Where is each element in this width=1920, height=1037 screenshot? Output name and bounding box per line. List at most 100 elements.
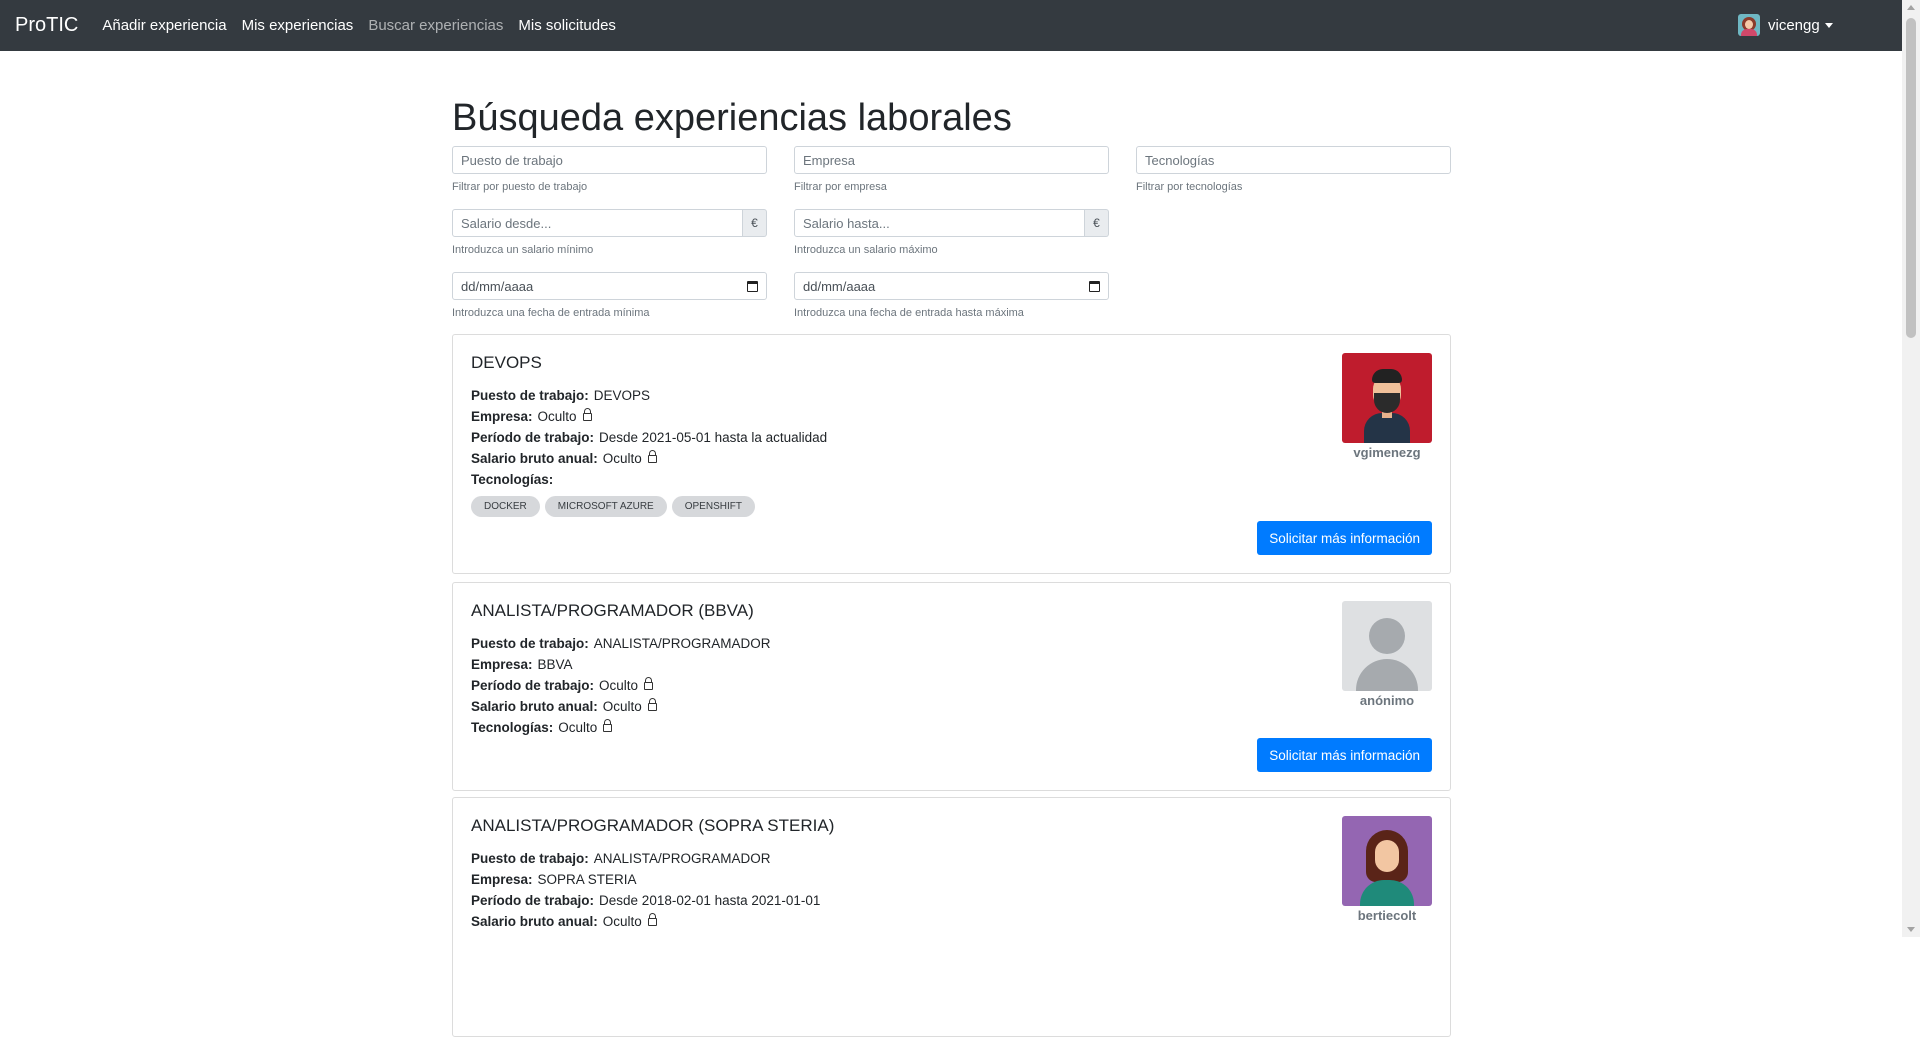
card-title: ANALISTA/PROGRAMADOR (BBVA) [471,601,754,620]
technologies-input[interactable]: Tecnologías [1136,146,1451,174]
salary-row: Salario bruto anual: Oculto [471,912,657,929]
period-label: Período de trabajo: [471,678,595,693]
date-from-help: Introduzca una fecha de entrada mínima [452,307,650,319]
filter-date-from: dd/mm/aaaa Introduzca una fecha de entra… [452,272,767,319]
lock-icon [647,449,657,463]
job-title-row: Puesto de trabajo: ANALISTA/PROGRAMADOR [471,636,771,651]
job-title-value: ANALISTA/PROGRAMADOR [593,851,771,866]
salary-label: Salario bruto anual: [471,451,598,466]
user-menu-dropdown[interactable]: vicengg [1738,14,1833,36]
technology-badge: MICROSOFT AZURE [544,496,667,517]
scrollbar-thumb[interactable] [1906,18,1916,338]
salary-row: Salario bruto anual: Oculto [471,697,657,714]
period-label: Período de trabajo: [471,893,595,908]
date-from-input[interactable]: dd/mm/aaaa [452,272,767,300]
card-title: ANALISTA/PROGRAMADOR (SOPRA STERIA) [471,816,835,835]
technology-badge: OPENSHIFT [671,496,755,517]
date-to-help: Introduzca una fecha de entrada hasta má… [794,307,1024,319]
period-label: Período de trabajo: [471,430,595,445]
period-value: Oculto [599,678,639,693]
experience-card: ANALISTA/PROGRAMADOR (SOPRA STERIA) Pues… [452,797,1451,1037]
nav-search-experiences[interactable]: Buscar experiencias [368,17,503,34]
company-row: Empresa: SOPRA STERIA [471,872,637,887]
experience-card: DEVOPS Puesto de trabajo: DEVOPS Empresa… [452,334,1451,574]
filter-salary-to: Salario hasta... € Introduzca un salario… [794,209,1109,256]
salary-to-help: Introduzca un salario máximo [794,244,938,256]
woman-avatar-icon [1738,14,1760,36]
page-scrollbar[interactable] [1902,0,1920,937]
job-title-label: Puesto de trabajo: [471,636,589,651]
technologies-row: Tecnologías: [471,472,558,487]
page-title: Búsqueda experiencias laborales [452,97,1012,139]
company-row: Empresa: BBVA [471,657,573,672]
brand-logo[interactable]: ProTIC [15,14,78,37]
request-info-button[interactable]: Solicitar más información [1257,738,1432,772]
technologies-row: Tecnologías: Oculto [471,718,613,735]
date-from-placeholder: dd/mm/aaaa [461,278,534,294]
company-help: Filtrar por empresa [794,181,887,193]
top-navbar: ProTIC Añadir experiencia Mis experienci… [0,0,1902,51]
author-name[interactable]: bertiecolt [1342,908,1432,923]
period-value: Desde 2021-05-01 hasta la actualidad [599,430,828,445]
company-label: Empresa: [471,409,533,424]
scroll-down-arrow-icon[interactable] [1907,927,1915,932]
company-label: Empresa: [471,657,533,672]
nav-my-experiences[interactable]: Mis experiencias [242,17,354,34]
salary-value: Oculto [602,914,642,929]
company-label: Empresa: [471,872,533,887]
company-value: SOPRA STERIA [537,872,637,887]
job-title-value: DEVOPS [593,388,651,403]
salary-label: Salario bruto anual: [471,699,598,714]
technologies-label: Tecnologías: [471,720,554,735]
bearded-man-avatar-icon [1342,353,1432,443]
filter-salary-from: Salario desde... € Introduzca un salario… [452,209,767,256]
user-name: vicengg [1768,16,1820,34]
lock-icon [603,718,613,732]
author-box: vgimenezg [1342,353,1432,460]
euro-addon: € [743,209,767,237]
date-to-input[interactable]: dd/mm/aaaa [794,272,1109,300]
company-input[interactable]: Empresa [794,146,1109,174]
anonymous-user-icon [1342,601,1432,691]
period-value: Desde 2018-02-01 hasta 2021-01-01 [599,893,821,908]
calendar-icon[interactable] [1089,280,1100,292]
filter-date-to: dd/mm/aaaa Introduzca una fecha de entra… [794,272,1109,319]
salary-row: Salario bruto anual: Oculto [471,449,657,466]
author-box: anónimo [1342,601,1432,708]
job-title-label: Puesto de trabajo: [471,851,589,866]
calendar-icon[interactable] [747,280,758,292]
caret-down-icon [1824,22,1833,28]
experience-card: ANALISTA/PROGRAMADOR (BBVA) Puesto de tr… [452,582,1451,791]
euro-addon: € [1085,209,1109,237]
job-title-help: Filtrar por puesto de trabajo [452,181,588,193]
job-title-input[interactable]: Puesto de trabajo [452,146,767,174]
salary-to-input[interactable]: Salario hasta... [794,209,1085,237]
job-title-label: Puesto de trabajo: [471,388,589,403]
period-row: Período de trabajo: Desde 2018-02-01 has… [471,893,820,908]
salary-value: Oculto [602,699,642,714]
salary-label: Salario bruto anual: [471,914,598,929]
request-info-button[interactable]: Solicitar más información [1257,521,1432,555]
nav-add-experience[interactable]: Añadir experiencia [102,17,226,34]
author-name: anónimo [1359,693,1415,708]
nav-my-requests[interactable]: Mis solicitudes [518,17,616,34]
job-title-row: Puesto de trabajo: DEVOPS [471,388,650,403]
period-row: Período de trabajo: Desde 2021-05-01 has… [471,430,827,445]
technologies-value: Oculto [558,720,598,735]
technologies-label: Tecnologías: [471,472,554,487]
company-value: Oculto [537,409,577,424]
lock-icon [647,912,657,926]
technology-badge: DOCKER [471,496,540,517]
filter-job-title: Puesto de trabajo Filtrar por puesto de … [452,146,767,193]
filter-technologies: Tecnologías Filtrar por tecnologías [1136,146,1451,193]
technology-badges: DOCKER MICROSOFT AZURE OPENSHIFT [471,496,760,517]
job-title-value: ANALISTA/PROGRAMADOR [593,636,771,651]
salary-from-input[interactable]: Salario desde... [452,209,743,237]
author-name[interactable]: vgimenezg [1342,445,1432,460]
company-row: Empresa: Oculto [471,407,592,424]
technologies-help: Filtrar por tecnologías [1136,181,1243,193]
scroll-up-arrow-icon[interactable] [1907,5,1915,10]
lock-icon [582,407,592,421]
woman-avatar-icon [1342,816,1432,906]
period-row: Período de trabajo: Oculto [471,676,654,693]
